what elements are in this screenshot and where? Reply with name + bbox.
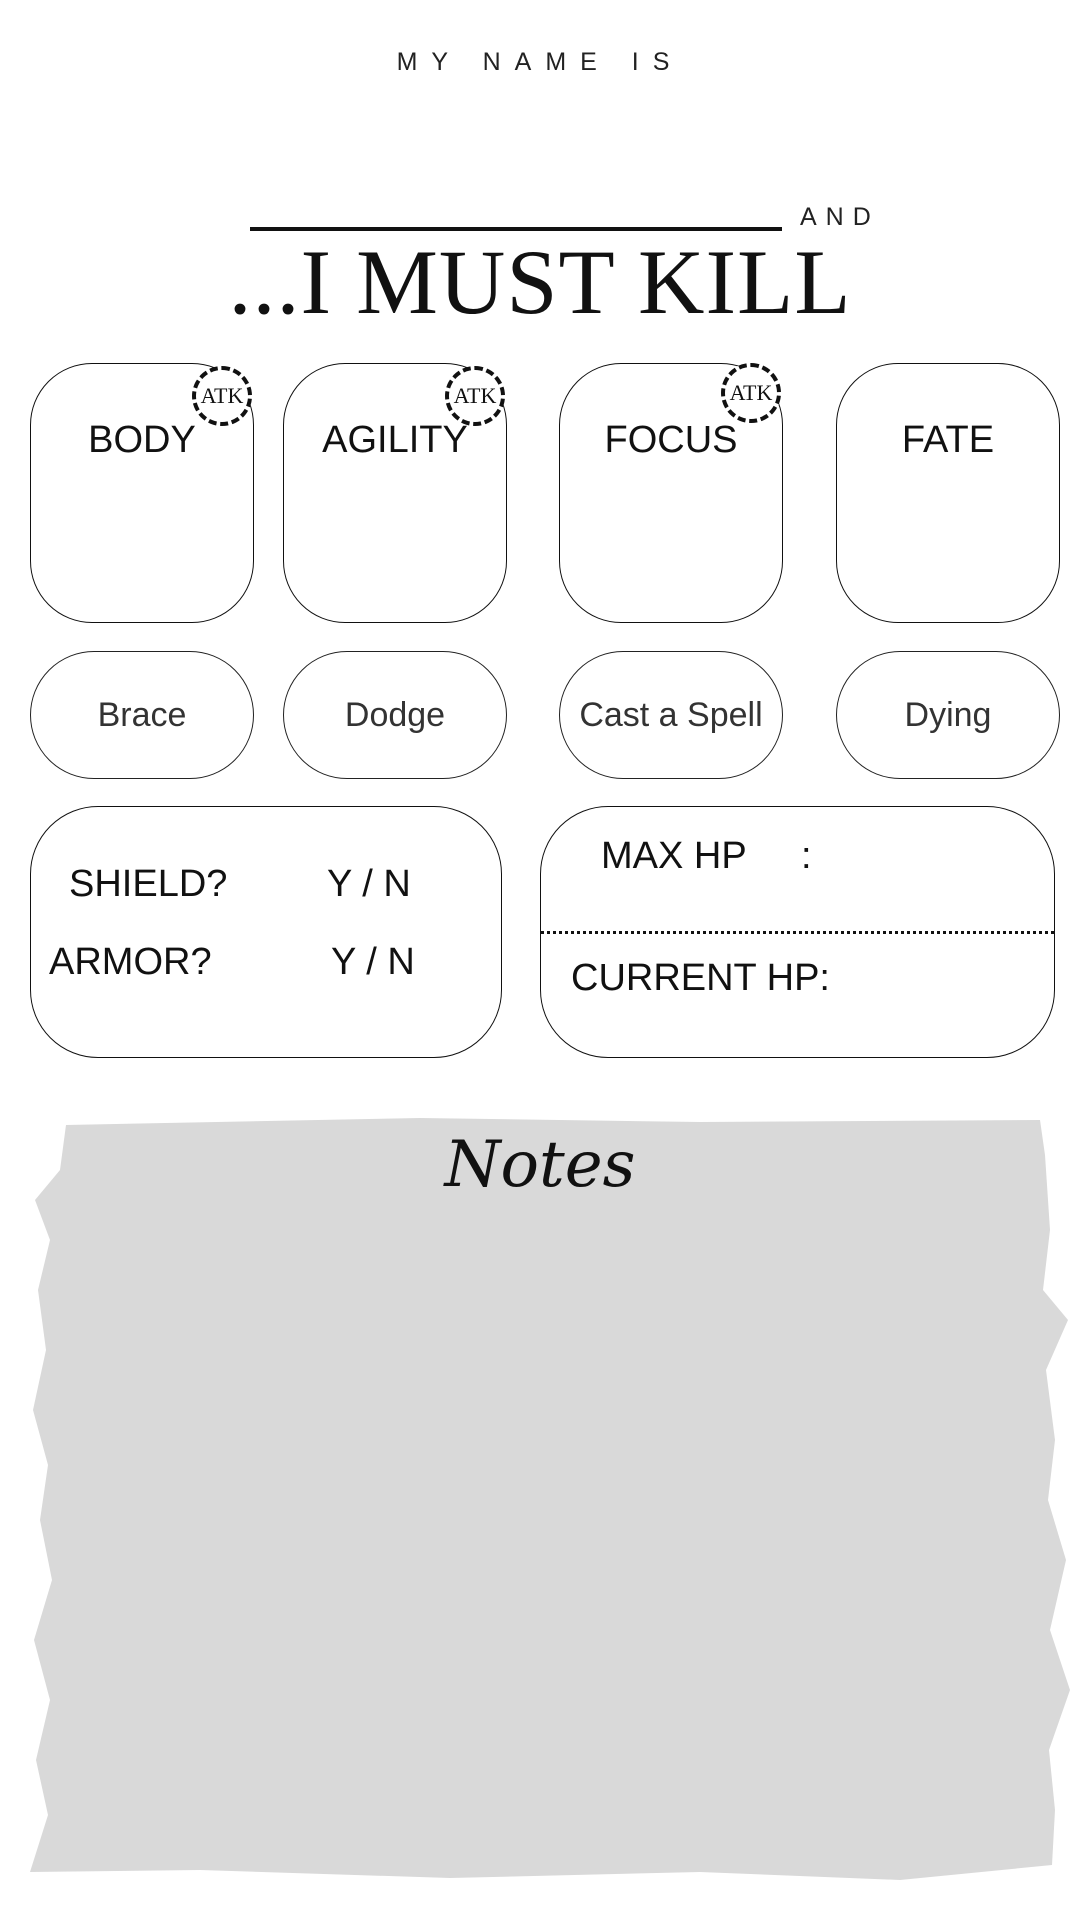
shield-label: SHIELD?	[69, 863, 228, 905]
max-hp-colon: :	[801, 835, 812, 877]
notes-title: Notes	[444, 1128, 636, 1202]
armor-label: ARMOR?	[49, 941, 212, 983]
current-hp-label: CURRENT HP:	[571, 957, 830, 999]
gear-box: SHIELD? Y / N ARMOR? Y / N	[30, 806, 502, 1058]
atk-badge-agility[interactable]: ATK	[445, 366, 505, 426]
page-title: ...I MUST KILL	[228, 231, 852, 333]
atk-badge-focus[interactable]: ATK	[721, 363, 781, 423]
notes-brush-fill	[30, 1118, 1070, 1880]
action-dodge[interactable]: Dodge	[283, 651, 507, 779]
action-brace[interactable]: Brace	[30, 651, 254, 779]
hp-divider	[541, 931, 1054, 934]
max-hp-label: MAX HP	[601, 835, 747, 877]
stat-label-focus: FOCUS	[604, 419, 738, 461]
name-label: MY NAME IS	[396, 48, 684, 76]
shield-choice[interactable]: Y / N	[327, 863, 411, 906]
and-label: AND	[800, 203, 880, 231]
action-cast-a-spell[interactable]: Cast a Spell	[559, 651, 783, 779]
hp-box: MAX HP : CURRENT HP:	[540, 806, 1055, 1058]
action-dying[interactable]: Dying	[836, 651, 1060, 779]
atk-badge-body[interactable]: ATK	[192, 366, 252, 426]
notes-area[interactable]	[0, 1110, 1080, 1890]
stat-box-fate[interactable]: FATE	[836, 363, 1060, 623]
armor-choice[interactable]: Y / N	[331, 941, 415, 984]
stat-label-fate: FATE	[901, 419, 995, 461]
